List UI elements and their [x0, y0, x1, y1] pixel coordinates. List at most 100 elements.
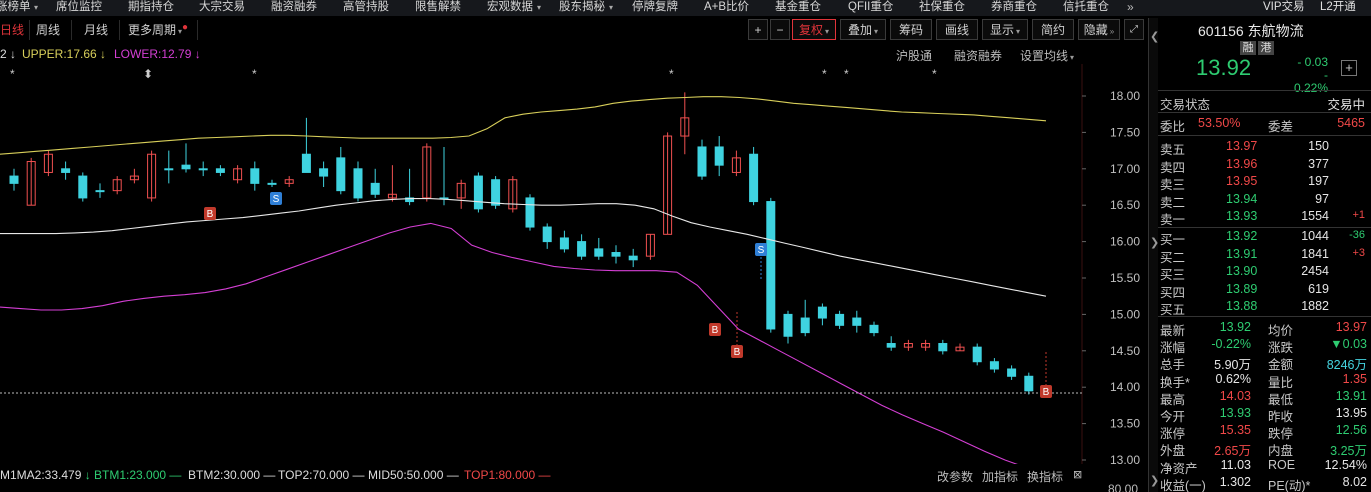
add-watchlist-button[interactable]: + [1341, 60, 1357, 76]
buy-signal-marker[interactable]: B [731, 312, 743, 358]
buy-signal-marker[interactable]: B [709, 323, 721, 336]
caret-down-icon: ▾ [609, 3, 614, 12]
bottom-indicator-row: M1MA2:33.479 ↓ BTM1:23.000 — BTM2:30.000… [0, 466, 1148, 486]
stat-value: 13.97 [1335, 320, 1367, 334]
lower-value: LOWER:12.79 ↓ [114, 47, 201, 61]
candle-body [61, 168, 71, 173]
zoom-in-button[interactable]: + [748, 19, 768, 40]
display-button[interactable]: 显示 ▾ [982, 19, 1028, 40]
candle-body [181, 164, 191, 170]
buy-signal-marker[interactable]: B [1040, 352, 1052, 398]
margin-link[interactable]: 融资融券 [954, 47, 1002, 64]
hide-button[interactable]: 隐藏» [1078, 19, 1120, 40]
candle-body [817, 306, 827, 319]
event-star-icon: ⬍ [143, 67, 153, 81]
ask-row[interactable]: 卖一 13.93 1554 +1 [1158, 208, 1371, 228]
sell-signal-marker[interactable]: S [270, 192, 282, 205]
top-menu-item[interactable]: A+B比价 [704, 0, 749, 16]
stats-row: 总手 5.90万 金额 8246万 [1158, 353, 1371, 372]
top-menu-item[interactable]: 席位监控 [56, 0, 102, 16]
stat-value: -0.22% [1211, 337, 1251, 352]
top-menu-item[interactable]: 高管持股 [343, 0, 389, 16]
hk-connect-link[interactable]: 沪股通 [896, 47, 932, 64]
bid-row[interactable]: 买二 13.91 1841 +3 [1158, 246, 1371, 265]
event-star-icon: * [822, 67, 827, 81]
draw-line-button[interactable]: 画线 [936, 19, 978, 40]
top-menu-item[interactable]: 停牌复牌 [632, 0, 678, 16]
bid-row[interactable]: 买四 13.89 619 [1158, 281, 1371, 300]
candle-body [800, 317, 810, 334]
panel-divider[interactable]: ❮ ❯ ❯ [1148, 18, 1159, 492]
top-menu-item[interactable]: 社保重仓 [919, 0, 965, 16]
period-month-tab[interactable]: 月线 [78, 20, 120, 40]
book-delta: -36 [1349, 229, 1365, 241]
overlay-button[interactable]: 叠加 ▾ [840, 19, 886, 40]
book-price: 13.93 [1226, 209, 1258, 224]
candle-body [766, 201, 776, 330]
vip-trade-link[interactable]: VIP交易 [1263, 0, 1305, 16]
signal-label: S [758, 245, 765, 256]
stats-row: 收益(一) 1.302 PE(动)* 8.02 [1158, 474, 1371, 492]
edit-params-link[interactable]: 改参数 [937, 468, 973, 485]
period-week-tab[interactable]: 周线 [30, 20, 72, 40]
top-menu-item[interactable]: 信托重仓 [1063, 0, 1109, 16]
bid-row[interactable]: 买五 13.88 1882 [1158, 298, 1371, 317]
book-volume: 1044 [1301, 229, 1329, 243]
top-menu-item[interactable]: 股东揭秘 [559, 0, 605, 16]
top-menu-item[interactable]: 券商重仓 [991, 0, 1037, 16]
top-menu-item[interactable]: 限售解禁 [415, 0, 461, 16]
ask-row[interactable]: 卖五 13.97 150 [1158, 138, 1371, 157]
ask-row[interactable]: 卖三 13.95 197 [1158, 173, 1371, 192]
ask-row[interactable]: 卖二 13.94 97 [1158, 191, 1371, 210]
top2-value: TOP2:70.000 — [278, 468, 365, 482]
maximize-icon[interactable]: ⤢ [1124, 19, 1144, 40]
top-menu-item[interactable]: 大宗交易 [199, 0, 245, 16]
top-menu-item[interactable]: QFII重仓 [848, 0, 893, 16]
sell-signal-marker[interactable]: S [755, 243, 767, 280]
hk-badge: 港 [1258, 41, 1274, 55]
adjust-button[interactable]: 复权 ▾ [792, 19, 836, 40]
candle-body [301, 153, 311, 173]
candle-body [594, 248, 604, 257]
bid-row[interactable]: 买一 13.92 1044 -36 [1158, 228, 1371, 247]
bid-row[interactable]: 买三 13.90 2454 [1158, 263, 1371, 282]
btm2-value: BTM2:30.000 — [188, 468, 276, 482]
candle-body [835, 313, 845, 326]
candle-body [938, 343, 948, 352]
price-tick-label: 17.50 [1110, 125, 1140, 139]
chips-button[interactable]: 筹码 [890, 19, 932, 40]
book-price: 13.97 [1226, 139, 1258, 153]
top-menu-item[interactable]: 涨榜单 [0, 0, 31, 16]
candlestick-chart[interactable]: 18.00 17.50 17.00 16.50 16.00 15.50 15.00 14.50… [0, 64, 1148, 464]
price-tick-label: 15.00 [1110, 307, 1140, 321]
switch-indicator-link[interactable]: 换指标 [1027, 468, 1063, 485]
add-indicator-link[interactable]: 加指标 [982, 468, 1018, 485]
stat-value: 12.56 [1335, 423, 1367, 438]
caret-down-icon: ▾ [34, 3, 39, 12]
set-ma-link[interactable]: 设置均线 ▾ [1020, 47, 1074, 64]
book-level-label: 卖一 [1160, 213, 1186, 228]
book-price: 13.96 [1226, 156, 1258, 171]
top-menu-item[interactable]: » [1127, 0, 1134, 16]
buy-signal-marker[interactable]: B [204, 207, 216, 220]
book-volume: 197 [1308, 174, 1329, 189]
candle-body [714, 146, 724, 166]
book-volume: 1882 [1301, 299, 1329, 314]
stock-title: 601156 东航物流 [1198, 23, 1304, 39]
top-menu-item[interactable]: 期指持仓 [128, 0, 174, 16]
ask-row[interactable]: 卖四 13.96 377 [1158, 156, 1371, 175]
book-price: 13.90 [1226, 264, 1258, 279]
l2-open-link[interactable]: L2开通 [1320, 0, 1356, 16]
period-day-tab[interactable]: 日线 [0, 20, 30, 40]
top-menu-item[interactable]: 宏观数据 [487, 0, 533, 16]
indicator-settings-icon[interactable]: ⊠ [1073, 468, 1082, 481]
simple-button[interactable]: 简约 [1032, 19, 1074, 40]
top-menu-item[interactable]: 基金重仓 [775, 0, 821, 16]
candle-body [164, 168, 174, 171]
stats-row: 最新 13.92 均价 13.97 [1158, 319, 1371, 338]
top-menu-item[interactable]: 融资融券 [271, 0, 317, 16]
stats-row: 涨停 15.35 跌停 12.56 [1158, 422, 1371, 441]
zoom-out-button[interactable]: − [770, 19, 790, 40]
price-tick-label: 16.00 [1110, 235, 1140, 249]
period-more-tab[interactable]: 更多周期 ▾● [122, 20, 198, 40]
